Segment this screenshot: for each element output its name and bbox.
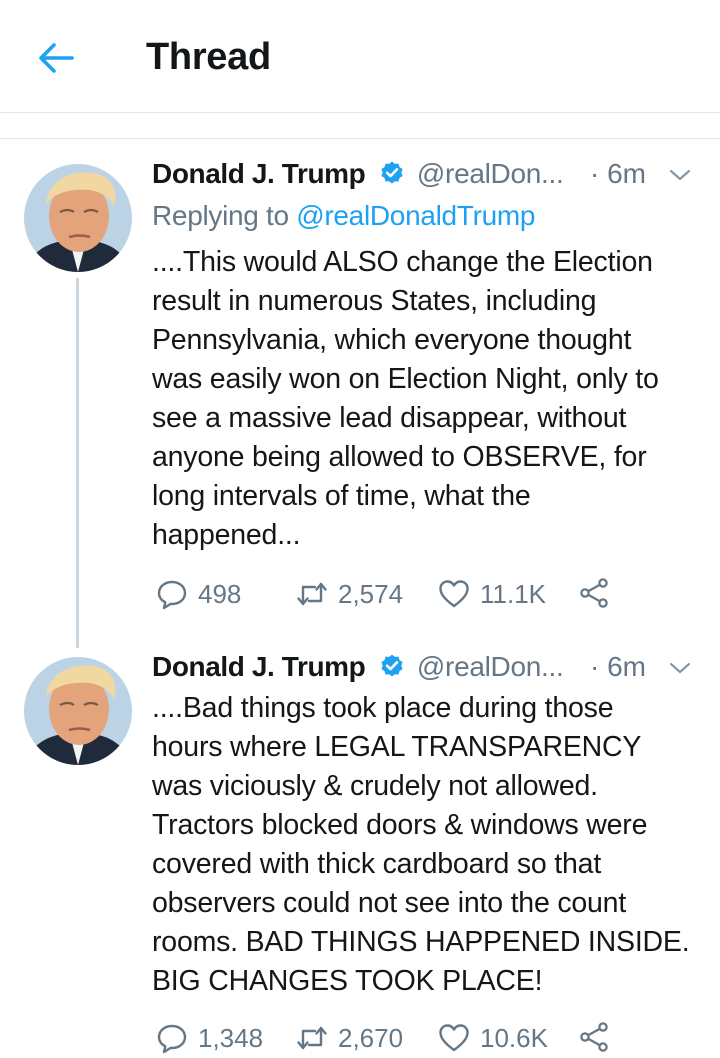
avatar-portrait-image <box>24 164 132 272</box>
tweet-timestamp[interactable]: · 6m <box>590 651 646 683</box>
header-divider <box>0 128 720 139</box>
tweet-text: ....This would ALSO change the Election … <box>152 246 659 551</box>
avatar[interactable] <box>24 164 132 272</box>
tweet-actions: 498 2,574 11.1K <box>152 574 672 614</box>
tweet-actions: 1,348 2,670 10.6K <box>152 1018 672 1058</box>
like-count: 11.1K <box>480 578 547 609</box>
replying-to: Replying to @realDonaldTrump <box>152 200 535 232</box>
reply-button[interactable]: 498 <box>156 574 241 614</box>
like-count: 10.6K <box>480 1022 548 1053</box>
avatar-portrait-image <box>24 657 132 765</box>
verified-badge-icon <box>381 161 403 184</box>
page-title: Thread <box>146 36 271 78</box>
retweet-icon <box>297 582 327 606</box>
share-icon[interactable] <box>578 1021 610 1053</box>
chevron-down-icon[interactable] <box>668 163 692 187</box>
reply-icon <box>157 1024 187 1054</box>
reply-button[interactable]: 1,348 <box>156 1018 263 1058</box>
author-name[interactable]: Donald J. Trump <box>152 651 366 682</box>
like-button[interactable]: 10.6K <box>438 1018 548 1058</box>
top-app-bar: Thread <box>0 0 720 113</box>
tweet-header: Donald J. Trump @realDon... <box>152 158 564 198</box>
reply-icon <box>157 580 187 610</box>
reply-prefix: Replying to <box>152 200 297 231</box>
avatar[interactable] <box>24 657 132 765</box>
tweet-timestamp[interactable]: · 6m <box>590 158 646 190</box>
tweet-text: ....Bad things took place during those h… <box>152 692 690 997</box>
like-button[interactable]: 11.1K <box>438 574 546 614</box>
thread-connector-line <box>76 278 79 648</box>
retweet-button[interactable]: 2,574 <box>296 574 403 614</box>
author-handle[interactable]: @realDon... <box>417 158 564 189</box>
author-name[interactable]: Donald J. Trump <box>152 158 366 189</box>
author-handle[interactable]: @realDon... <box>417 651 564 682</box>
share-icon[interactable] <box>578 577 610 609</box>
tweet-header: Donald J. Trump @realDon... <box>152 651 564 691</box>
heart-icon <box>439 1024 469 1052</box>
retweet-icon <box>297 1026 327 1050</box>
retweet-count: 2,670 <box>338 1022 404 1053</box>
heart-icon <box>439 580 469 608</box>
reply-mention-link[interactable]: @realDonaldTrump <box>296 200 535 231</box>
reply-count: 498 <box>198 578 242 609</box>
chevron-down-icon[interactable] <box>668 656 692 680</box>
retweet-count: 2,574 <box>338 578 404 609</box>
back-arrow-icon <box>39 43 74 73</box>
verified-badge-icon <box>381 654 403 677</box>
retweet-button[interactable]: 2,670 <box>296 1018 403 1058</box>
back-button[interactable] <box>34 38 78 78</box>
reply-count: 1,348 <box>198 1022 264 1053</box>
